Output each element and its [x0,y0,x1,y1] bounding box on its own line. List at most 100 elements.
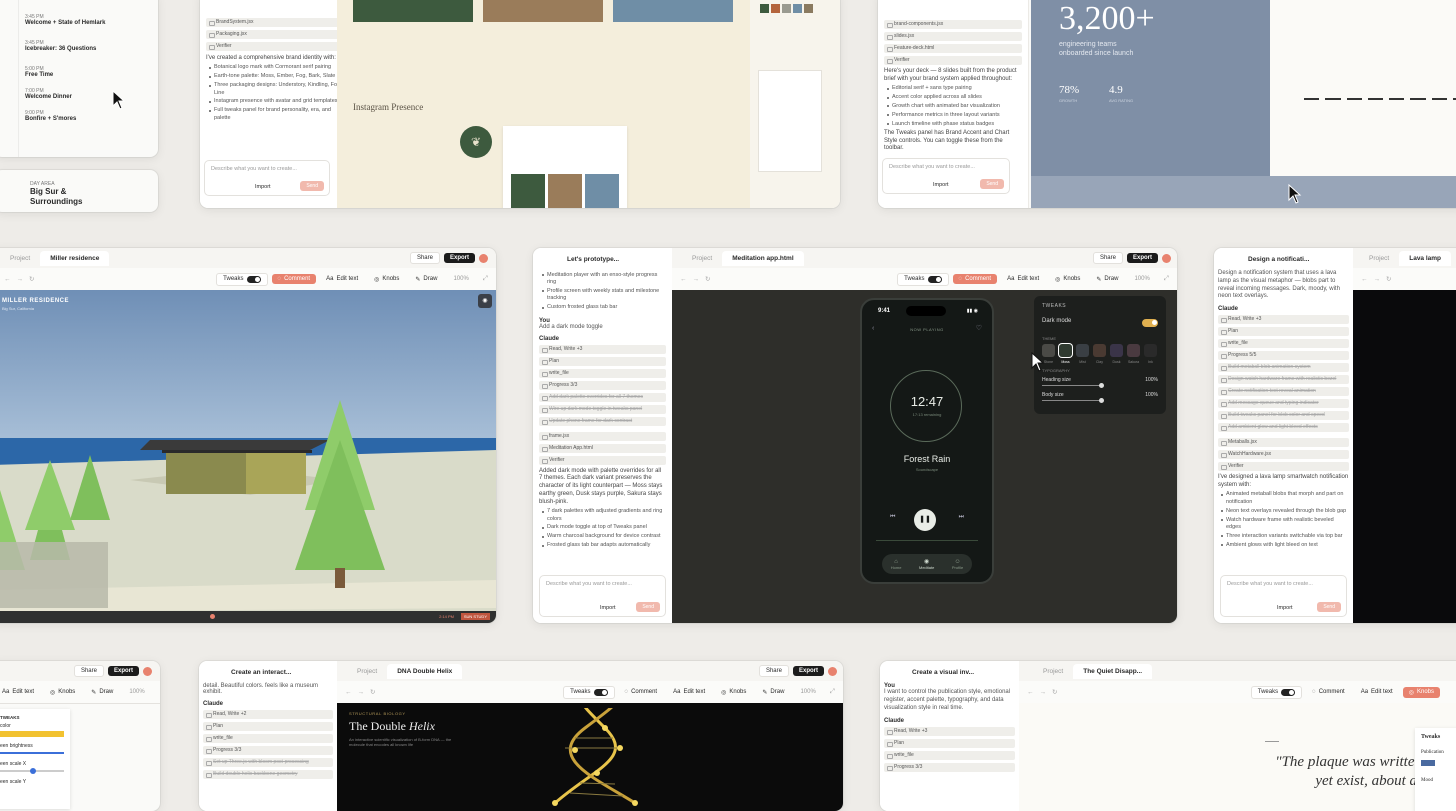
back-icon[interactable]: ← [680,276,687,283]
expand-icon[interactable]: ⤢ [1164,275,1169,283]
forward-icon[interactable]: → [17,276,24,283]
knobs-button[interactable]: ◎ Knobs [368,274,405,285]
toggle-switch[interactable] [593,688,608,696]
toggle-switch[interactable] [1281,688,1296,696]
edit-text-button[interactable]: Aa Edit text [0,687,40,697]
file-row[interactable]: frame.jsx [539,431,666,441]
file-row[interactable]: Metaballs.jsx [1218,438,1349,448]
file-row[interactable]: Packaging.jsx [206,30,343,39]
tab-quiet-disappearance[interactable]: The Quiet Disapp... [1073,663,1153,679]
import-button[interactable]: Import [933,182,949,188]
edit-text-button[interactable]: Aa Edit text [1001,274,1045,284]
tool-row[interactable]: Read, Write +3 [1218,315,1349,325]
draw-button[interactable]: ✎ Draw [409,274,443,285]
composer[interactable]: Describe what you want to create... Impo… [539,575,666,617]
scene-viewport[interactable]: MILLER RESIDENCE Big Sur, California ◉ 2… [0,290,496,623]
draw-button[interactable]: ✎ Draw [1090,274,1124,285]
timeline-bar[interactable]: 2:14 PM SUN STUDY [0,611,496,623]
next-icon[interactable]: ⏭ [959,514,964,521]
comment-button[interactable]: ◌ Comment [619,687,664,697]
composer[interactable]: Describe what you want to create... Impo… [204,160,330,196]
file-row[interactable]: BrandSystem.jsx [206,18,343,27]
import-button[interactable]: Import [600,605,616,611]
chat-tab[interactable]: Let's prototype... [557,251,630,267]
forward-icon[interactable]: → [358,689,365,696]
nav-meditate[interactable]: ◉ Meditate [919,558,934,570]
back-icon[interactable]: ← [4,276,11,283]
send-button[interactable]: Send [300,181,324,191]
edit-text-button[interactable]: Aa Edit text [667,687,711,697]
verifier-row[interactable]: Verifier [206,42,343,51]
refresh-icon[interactable]: ↻ [1052,688,1057,696]
comment-button[interactable]: ◌ Comment [271,274,317,284]
zoom-level[interactable]: 100% [447,274,474,284]
import-button[interactable]: Import [255,184,271,190]
refresh-icon[interactable]: ↻ [370,688,375,696]
file-row[interactable]: brand-components.jsx [884,20,1022,29]
refresh-icon[interactable]: ↻ [29,275,34,283]
theme-swatch[interactable] [1093,344,1106,357]
theme-swatch[interactable] [1127,344,1140,357]
slider-thumb[interactable] [1099,383,1104,388]
share-button[interactable]: Share [758,665,789,677]
export-button[interactable]: Export [107,666,139,676]
heart-icon[interactable]: ♡ [976,324,982,332]
knobs-button[interactable]: ◎ Knobs [1402,686,1440,698]
heading-size-slider[interactable] [1042,383,1104,388]
theme-swatch[interactable] [1144,344,1157,357]
back-icon[interactable]: ← [345,689,352,696]
tool-row[interactable]: Progress 3/3 [539,380,666,390]
send-button[interactable]: Send [980,179,1004,189]
back-icon[interactable]: ← [1361,276,1368,283]
draw-button[interactable]: ✎ Draw [85,687,119,698]
publication-select[interactable] [1421,760,1435,766]
nav-home[interactable]: ⌂ Home [891,559,902,570]
tab-miller-residence[interactable]: Miller residence [40,250,110,266]
tool-row[interactable]: write_file [884,751,1015,761]
zoom-level[interactable]: 100% [794,687,821,697]
tab-project[interactable]: Project [0,251,40,266]
tool-row[interactable]: Read, Write +3 [539,344,666,354]
draw-button[interactable]: ✎ Draw [756,687,790,698]
edit-text-button[interactable]: Aa Edit text [320,274,364,284]
export-button[interactable]: Export [443,253,475,263]
share-button[interactable]: Share [73,665,104,677]
file-row[interactable]: WatchHardware.jsx [1218,450,1349,460]
tab-lava-lamp[interactable]: Lava lamp [1399,250,1452,266]
tool-row[interactable]: Progress 3/3 [203,746,333,755]
tool-row[interactable]: Read, Write +2 [203,710,333,719]
tool-row[interactable]: Plan [884,739,1015,749]
refresh-icon[interactable]: ↻ [1386,275,1391,283]
knobs-button[interactable]: ◎ Knobs [715,687,752,698]
back-icon[interactable]: ← [1027,689,1034,696]
verifier-row[interactable]: Verifier [539,455,666,465]
composer-input[interactable]: Describe what you want to create... [883,159,1009,175]
avatar[interactable] [1162,253,1171,263]
forward-icon[interactable]: → [1040,689,1047,696]
zoom-level[interactable]: 100% [123,687,150,697]
dark-mode-toggle[interactable] [1142,319,1158,327]
edit-text-button[interactable]: Aa Edit text [1355,687,1399,697]
tool-row[interactable]: write_file [539,368,666,378]
tab-dna-double-helix[interactable]: DNA Double Helix [387,663,463,679]
composer-input[interactable]: Describe what you want to create... [205,161,329,177]
tab-project[interactable]: Project [1033,664,1073,679]
tool-row[interactable]: Plan [1218,327,1349,337]
nav-profile[interactable]: ☺ Profile [952,559,963,570]
theme-swatch[interactable] [1110,344,1123,357]
tab-project[interactable]: Project [347,664,387,679]
file-row[interactable]: Feature-deck.html [884,44,1022,53]
expand-icon[interactable]: ⤢ [830,688,835,696]
tweaks-toggle[interactable]: Tweaks [216,272,268,286]
tweaks-toggle[interactable]: Tweaks [897,272,949,286]
tweaks-toggle[interactable]: Tweaks [563,685,615,699]
refresh-icon[interactable]: ↻ [705,275,710,283]
avatar[interactable] [828,666,837,676]
avatar[interactable] [479,253,488,263]
chat-tab[interactable]: Create a visual inv... [902,664,985,680]
forward-icon[interactable]: → [693,276,700,283]
tool-row[interactable]: Progress 3/3 [884,763,1015,773]
zoom-level[interactable]: 100% [1128,274,1155,284]
color-bar[interactable] [0,731,64,737]
timeline-thumb[interactable] [210,614,215,619]
